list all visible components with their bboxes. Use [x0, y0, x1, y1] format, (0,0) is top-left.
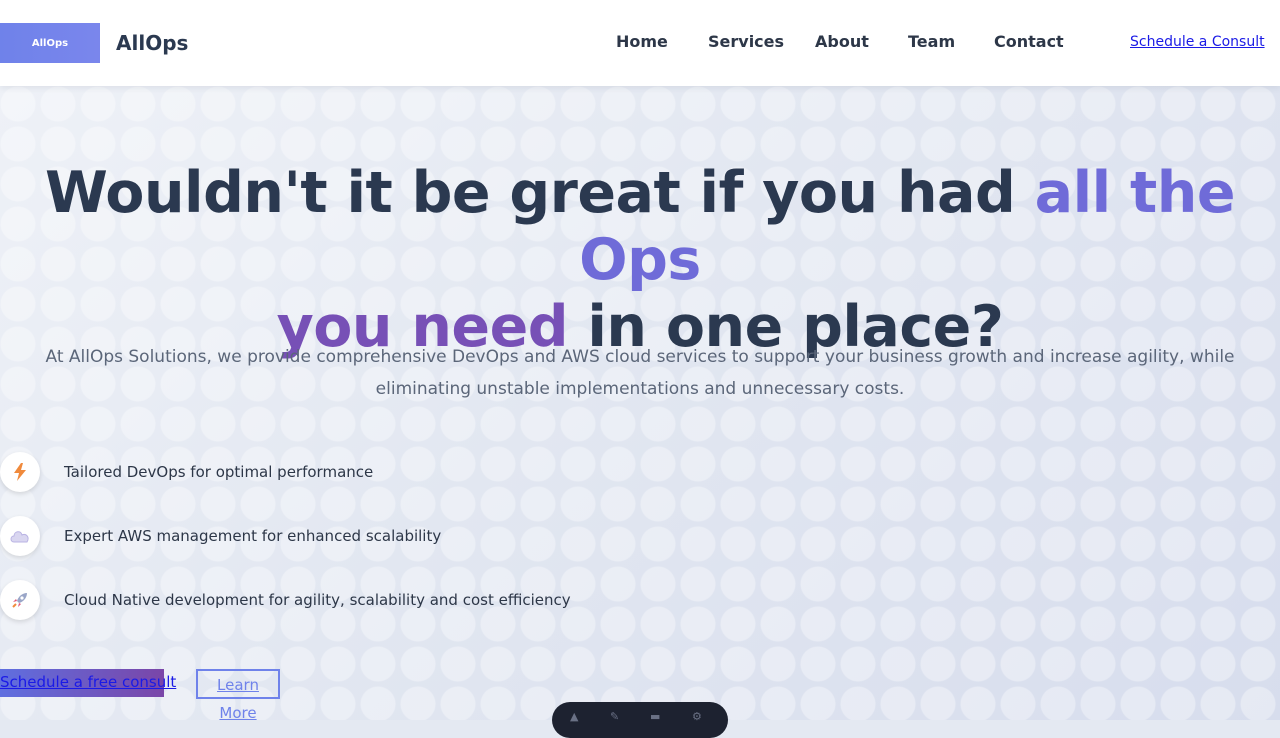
nav-home[interactable]: Home	[616, 32, 668, 51]
cloud-icon	[0, 516, 40, 556]
nav-services[interactable]: Services	[708, 32, 784, 51]
feature-text: Tailored DevOps for optimal performance	[64, 463, 374, 481]
feature-item: Cloud Native development for agility, sc…	[0, 580, 700, 620]
hero-headline: Wouldn't it be great if you had all the …	[0, 160, 1280, 361]
feature-item: Expert AWS management for enhanced scala…	[0, 516, 700, 556]
toolbar-tool-icon[interactable]: ✎	[610, 710, 619, 723]
toolbar-tool-icon[interactable]: ▬	[650, 710, 660, 723]
learn-more-button[interactable]: Learn More	[196, 669, 280, 722]
rocket-icon	[0, 580, 40, 620]
logo-text: AllOps	[31, 37, 69, 49]
feature-text: Expert AWS management for enhanced scala…	[64, 527, 442, 545]
gear-icon[interactable]: ⚙	[692, 710, 702, 723]
nav-contact[interactable]: Contact	[994, 32, 1064, 51]
feature-item: Tailored DevOps for optimal performance	[0, 452, 700, 492]
schedule-consult-link[interactable]: Schedule a Consult	[1130, 34, 1265, 50]
floating-toolbar[interactable]: ▲ ✎ ▬ ⚙	[552, 702, 728, 738]
headline-part1: Wouldn't it be great if you had	[44, 160, 1035, 226]
nav-team[interactable]: Team	[908, 32, 955, 51]
nav-about[interactable]: About	[815, 32, 869, 51]
lightning-icon	[0, 452, 40, 492]
toolbar-tool-icon[interactable]: ▲	[570, 710, 578, 723]
brand-name[interactable]: AllOps	[116, 31, 188, 55]
hero-subtext: At AllOps Solutions, we provide comprehe…	[45, 347, 1235, 399]
feature-text: Cloud Native development for agility, sc…	[64, 591, 571, 609]
site-header: AllOps AllOps Home Services About Team C…	[0, 0, 1280, 86]
logo[interactable]: AllOps	[0, 23, 100, 63]
schedule-free-consult-button[interactable]: Schedule a free consult	[0, 669, 176, 697]
